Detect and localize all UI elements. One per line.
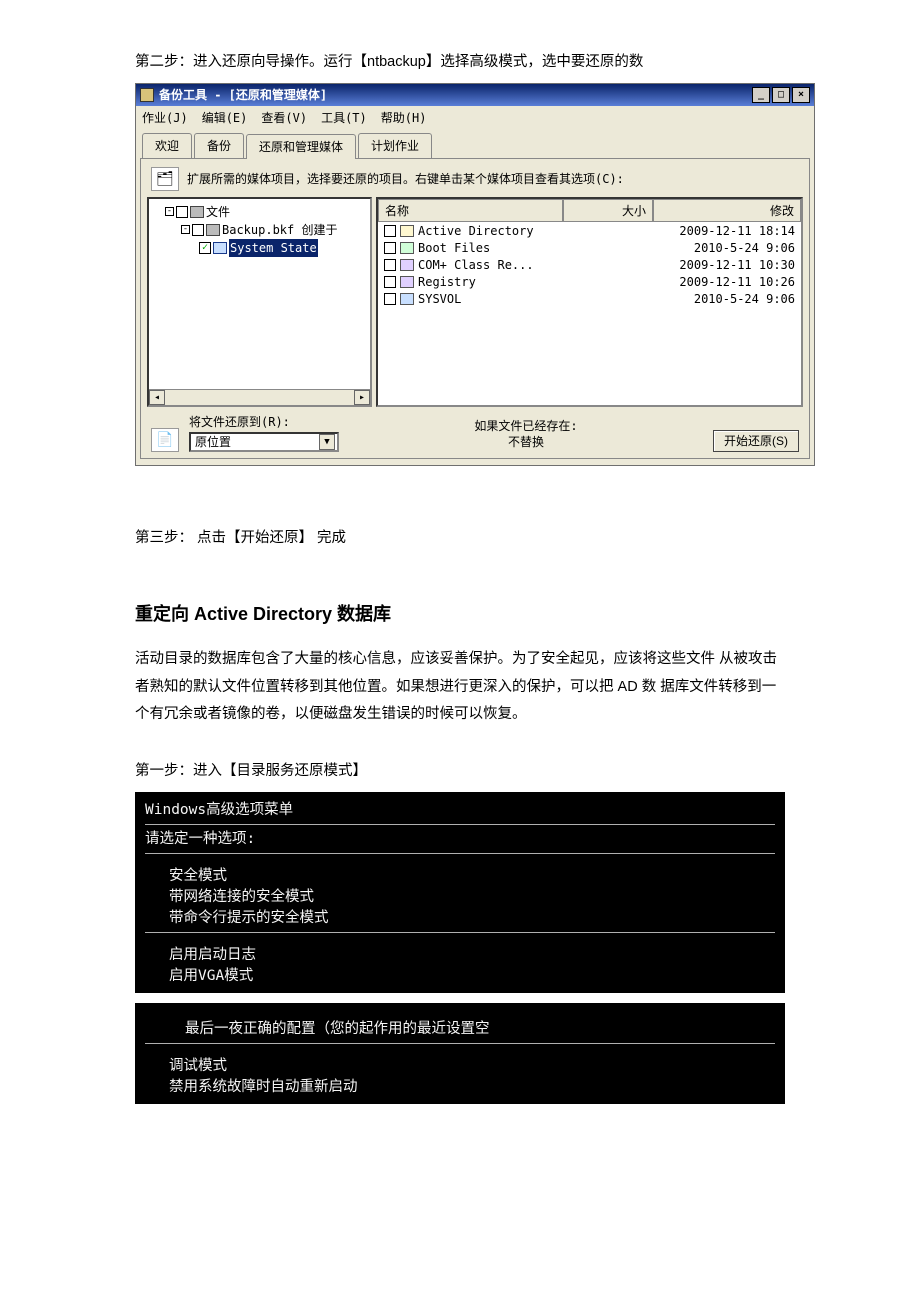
boot-menu: Windows高级选项菜单 请选定一种选项: 安全模式 带网络连接的安全模式 带… [135,792,785,993]
checkbox[interactable] [384,259,396,271]
restore-to-value: 原位置 [195,433,231,450]
list-item[interactable]: Active Directory 2009-12-11 18:14 [378,222,801,239]
app-icon [140,88,154,102]
tab-restore[interactable]: 还原和管理媒体 [246,134,356,159]
tree-root[interactable]: - 文件 [155,203,366,221]
footer-icon: 📄 [151,428,179,452]
tab-welcome[interactable]: 欢迎 [142,133,192,158]
close-button[interactable]: × [792,87,810,103]
expand-icon[interactable]: - [165,207,174,216]
menu-help[interactable]: 帮助(H) [381,109,427,126]
boot-option[interactable]: 禁用系统故障时自动重新启动 [145,1077,775,1098]
item-name: Boot Files [418,241,490,255]
step1: 第一步：进入【目录服务还原模式】 [135,759,785,784]
list-item[interactable]: Registry 2009-12-11 10:26 [378,273,801,290]
com-icon [400,259,414,271]
item-name: SYSVOL [418,292,461,306]
list-item[interactable]: Boot Files 2010-5-24 9:06 [378,239,801,256]
tape-icon [190,206,204,218]
sysvol-icon [400,293,414,305]
backup-window: 备份工具 - [还原和管理媒体] _ □ × 作业(J) 编辑(E) 查看(V)… [135,83,815,466]
step3: 第三步： 点击【开始还原】 完成 [135,526,785,551]
item-name: Registry [418,275,476,289]
tree-system-state-label: System State [229,239,318,257]
col-modified[interactable]: 修改 [653,199,801,222]
chevron-down-icon[interactable]: ▼ [319,434,335,450]
titlebar: 备份工具 - [还原和管理媒体] _ □ × [136,84,814,106]
tree-root-label: 文件 [206,203,230,221]
checkbox[interactable] [199,242,211,254]
boot-option[interactable]: 调试模式 [145,1056,775,1077]
boot-option[interactable]: 带命令行提示的安全模式 [145,908,775,929]
divider [145,932,775,933]
tree-pane[interactable]: - 文件 - Backup.bkf 创建于 [147,197,372,407]
boot-last-known-good[interactable]: 最后一夜正确的配置（您的起作用的最近设置空 [145,1019,775,1040]
exists-label: 如果文件已经存在: [349,418,703,434]
checkbox[interactable] [176,206,188,218]
boot-heading: Windows高级选项菜单 [145,800,775,821]
boot-menu-continued: 最后一夜正确的配置（您的起作用的最近设置空 调试模式 禁用系统故障时自动重新启动 [135,1003,785,1104]
boot-prompt: 请选定一种选项: [145,829,775,850]
item-name: COM+ Class Re... [418,258,534,272]
paragraph-intro: 活动目录的数据库包含了大量的核心信息，应该妥善保护。为了安全起见，应该将这些文件… [135,646,785,729]
checkbox[interactable] [384,276,396,288]
menu-edit[interactable]: 编辑(E) [202,109,248,126]
restore-to-combo[interactable]: 原位置 ▼ [189,432,339,452]
bootfiles-icon [400,242,414,254]
scroll-right-icon[interactable]: ▸ [354,390,370,405]
divider [145,1043,775,1044]
tree-system-state[interactable]: System State [155,239,366,257]
item-modified: 2010-5-24 9:06 [647,241,795,255]
list-item[interactable]: SYSVOL 2010-5-24 9:06 [378,290,801,307]
checkbox[interactable] [384,225,396,237]
panel-icon: 🗂 [151,167,179,191]
item-modified: 2009-12-11 18:14 [647,224,795,238]
expand-icon[interactable]: - [181,225,190,234]
start-restore-button[interactable]: 开始还原(S) [713,430,799,452]
minimize-button[interactable]: _ [752,87,770,103]
ad-icon [400,225,414,237]
checkbox[interactable] [384,293,396,305]
file-icon [206,224,220,236]
list-header: 名称 大小 修改 [378,199,801,222]
restore-to-label: 将文件还原到(R): [189,413,339,430]
item-modified: 2009-12-11 10:30 [647,258,795,272]
tree-scrollbar[interactable]: ◂ ▸ [149,389,370,405]
window-title: 备份工具 - [还原和管理媒体] [159,86,750,103]
boot-option[interactable]: 启用VGA模式 [145,966,775,987]
registry-icon [400,276,414,288]
maximize-button[interactable]: □ [772,87,790,103]
restore-panel: 🗂 扩展所需的媒体项目，选择要还原的项目。右键单击某个媒体项目查看其选项(C):… [140,158,810,459]
menu-bar: 作业(J) 编辑(E) 查看(V) 工具(T) 帮助(H) [136,106,814,129]
boot-option[interactable]: 启用启动日志 [145,945,775,966]
tab-bar: 欢迎 备份 还原和管理媒体 计划作业 [136,129,814,158]
restore-footer: 📄 将文件还原到(R): 原位置 ▼ 如果文件已经存在: 不替换 开始还原(S) [147,411,803,452]
panel-instruction: 扩展所需的媒体项目，选择要还原的项目。右键单击某个媒体项目查看其选项(C): [187,170,624,187]
col-size[interactable]: 大小 [563,199,653,222]
list-item[interactable]: COM+ Class Re... 2009-12-11 10:30 [378,256,801,273]
tab-schedule[interactable]: 计划作业 [358,133,432,158]
menu-view[interactable]: 查看(V) [261,109,307,126]
checkbox[interactable] [192,224,204,236]
menu-tools[interactable]: 工具(T) [321,109,367,126]
scroll-left-icon[interactable]: ◂ [149,390,165,405]
boot-option[interactable]: 安全模式 [145,866,775,887]
item-modified: 2010-5-24 9:06 [647,292,795,306]
checkbox[interactable] [384,242,396,254]
tab-backup[interactable]: 备份 [194,133,244,158]
menu-job[interactable]: 作业(J) [142,109,188,126]
exists-value: 不替换 [349,434,703,450]
tree-backup-file[interactable]: - Backup.bkf 创建于 [155,221,366,239]
col-name[interactable]: 名称 [378,199,563,222]
item-modified: 2009-12-11 10:26 [647,275,795,289]
divider [145,853,775,854]
boot-option[interactable]: 带网络连接的安全模式 [145,887,775,908]
tree-backup-label: Backup.bkf 创建于 [222,221,337,239]
system-state-icon [213,242,227,254]
heading-redirect-ad-db: 重定向 Active Directory 数据库 [135,600,785,626]
divider [145,824,775,825]
item-name: Active Directory [418,224,534,238]
list-pane[interactable]: 名称 大小 修改 Active Directory 2009-12-11 18:… [376,197,803,407]
step2-intro: 第二步：进入还原向导操作。运行【ntbackup】选择高级模式，选中要还原的数 [135,50,785,75]
